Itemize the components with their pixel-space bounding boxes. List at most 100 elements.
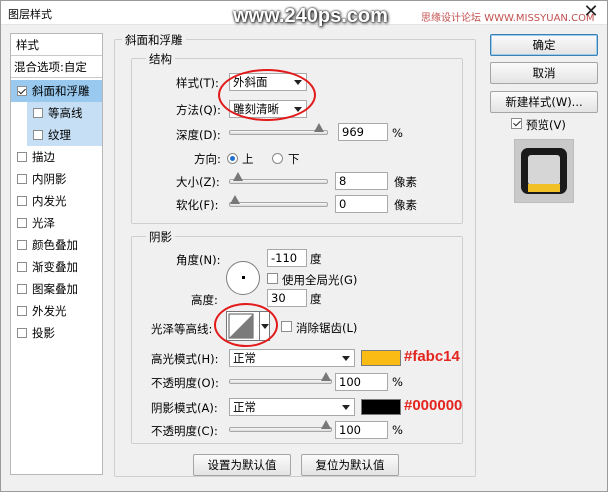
- sidebar-item-label: 颜色叠加: [32, 238, 78, 252]
- checkbox-satin[interactable]: [17, 218, 27, 228]
- sidebar-item-label: 等高线: [48, 106, 83, 120]
- styles-list: 样式 混合选项:自定 斜面和浮雕 等高线 纹理 描边 内阴影 内发光 光泽 颜色…: [10, 33, 103, 475]
- highlight-opacity-field[interactable]: 100: [335, 373, 388, 391]
- size-unit: 像素: [394, 175, 417, 189]
- direction-label: 方向:: [194, 152, 221, 166]
- sidebar-item-drop-shadow[interactable]: 投影: [11, 322, 102, 344]
- angle-field[interactable]: -110: [267, 249, 307, 267]
- highlight-mode-label: 高光模式(H):: [151, 352, 219, 366]
- sidebar-item-inner-glow[interactable]: 内发光: [11, 190, 102, 212]
- highlight-color-swatch[interactable]: [361, 350, 401, 366]
- global-light-checkbox[interactable]: [267, 273, 278, 284]
- sidebar-item-pattern-overlay[interactable]: 图案叠加: [11, 278, 102, 300]
- anti-alias-checkbox[interactable]: [281, 321, 292, 332]
- make-default-button[interactable]: 设置为默认值: [193, 454, 291, 476]
- sidebar-item-label: 描边: [32, 150, 55, 164]
- shading-title: 阴影: [146, 229, 175, 245]
- ok-button[interactable]: 确定: [490, 34, 598, 56]
- altitude-value: 30: [271, 291, 286, 305]
- altitude-unit: 度: [310, 292, 322, 306]
- new-style-button[interactable]: 新建样式(W)...: [490, 91, 598, 113]
- shadow-color-swatch[interactable]: [361, 399, 401, 415]
- sidebar-item-contour[interactable]: 等高线: [27, 102, 102, 124]
- angle-value: -110: [271, 251, 298, 265]
- sidebar-item-bevel-emboss[interactable]: 斜面和浮雕: [11, 80, 102, 102]
- checkbox-contour[interactable]: [33, 108, 43, 118]
- size-slider[interactable]: [229, 172, 328, 184]
- shadow-opacity-thumb[interactable]: [321, 420, 331, 429]
- sidebar-item-stroke[interactable]: 描边: [11, 146, 102, 168]
- sidebar-item-inner-shadow[interactable]: 内阴影: [11, 168, 102, 190]
- sidebar-item-outer-glow[interactable]: 外发光: [11, 300, 102, 322]
- structure-title: 结构: [146, 51, 175, 67]
- style-preview-thumbnail: [515, 140, 573, 202]
- soften-field[interactable]: 0: [335, 195, 388, 213]
- title-bar: 图层样式 www.240ps.com 思缘设计论坛 WWW.MISSYUAN.C…: [1, 1, 607, 27]
- shadow-opacity-slider[interactable]: [229, 420, 332, 432]
- checkbox-inner-shadow[interactable]: [17, 174, 27, 184]
- angle-dial-center: [242, 276, 245, 279]
- checkbox-bevel-emboss[interactable]: [17, 86, 27, 96]
- sidebar-item-label: 投影: [32, 326, 55, 340]
- highlight-opacity-slider[interactable]: [229, 372, 332, 384]
- checkbox-color-overlay[interactable]: [17, 240, 27, 250]
- checkbox-inner-glow[interactable]: [17, 196, 27, 206]
- sidebar-item-label: 内发光: [32, 194, 67, 208]
- gloss-contour-label: 光泽等高线:: [151, 322, 213, 336]
- highlight-mode-select[interactable]: 正常: [229, 349, 355, 367]
- sidebar-item-texture[interactable]: 纹理: [27, 124, 102, 146]
- technique-label: 方法(Q):: [176, 103, 221, 117]
- angle-label: 角度(N):: [176, 253, 221, 267]
- chevron-down-icon: [342, 405, 350, 410]
- highlight-opacity-unit: %: [392, 375, 403, 389]
- angle-unit: 度: [310, 252, 322, 266]
- depth-value: 969: [342, 125, 364, 139]
- styles-header-label: 样式: [16, 38, 39, 52]
- depth-label: 深度(D):: [176, 128, 221, 142]
- sidebar-item-label: 内阴影: [32, 172, 67, 186]
- sidebar-item-color-overlay[interactable]: 颜色叠加: [11, 234, 102, 256]
- checkbox-texture[interactable]: [33, 130, 43, 140]
- highlight-opacity-value: 100: [339, 375, 361, 389]
- anti-alias-label: 消除锯齿(L): [296, 321, 358, 335]
- shadow-opacity-field[interactable]: 100: [335, 421, 388, 439]
- shadow-mode-select[interactable]: 正常: [229, 398, 355, 416]
- cancel-button[interactable]: 取消: [490, 62, 598, 84]
- sidebar-item-gradient-overlay[interactable]: 渐变叠加: [11, 256, 102, 278]
- blend-options-item[interactable]: 混合选项:自定: [11, 56, 102, 78]
- sidebar-item-satin[interactable]: 光泽: [11, 212, 102, 234]
- direction-down-radio[interactable]: [272, 153, 283, 164]
- close-icon[interactable]: ✕: [579, 2, 603, 22]
- soften-slider[interactable]: [229, 195, 328, 207]
- direction-up-label: 上: [242, 152, 254, 166]
- checkbox-pattern-overlay[interactable]: [17, 284, 27, 294]
- altitude-field[interactable]: 30: [267, 289, 307, 307]
- angle-dial[interactable]: [226, 261, 260, 295]
- size-field[interactable]: 8: [335, 172, 388, 190]
- highlight-opacity-thumb[interactable]: [321, 372, 331, 381]
- checkbox-drop-shadow[interactable]: [17, 328, 27, 338]
- styles-header[interactable]: 样式: [11, 34, 102, 56]
- depth-slider-thumb[interactable]: [314, 123, 325, 132]
- size-slider-thumb[interactable]: [232, 172, 243, 181]
- highlight-opacity-label: 不透明度(O):: [151, 376, 219, 390]
- checkbox-outer-glow[interactable]: [17, 306, 27, 316]
- soften-slider-thumb[interactable]: [230, 195, 240, 204]
- altitude-label: 高度:: [191, 293, 218, 307]
- reset-default-button[interactable]: 复位为默认值: [301, 454, 399, 476]
- checkbox-stroke[interactable]: [17, 152, 27, 162]
- shadow-opacity-value: 100: [339, 423, 361, 437]
- depth-slider[interactable]: [229, 123, 328, 135]
- depth-field[interactable]: 969: [338, 123, 388, 141]
- size-value: 8: [339, 174, 347, 188]
- checkbox-gradient-overlay[interactable]: [17, 262, 27, 272]
- soften-label: 软化(F):: [176, 198, 219, 212]
- annotation-circle-contour: [214, 303, 278, 347]
- preview-label: 预览(V): [526, 118, 566, 132]
- direction-up-radio[interactable]: [227, 153, 238, 164]
- chevron-down-icon: [342, 356, 350, 361]
- blend-options-label: 混合选项:自定: [14, 60, 87, 74]
- highlight-hex-annotation: #fabc14: [404, 348, 460, 365]
- highlight-mode-value: 正常: [233, 351, 256, 365]
- preview-checkbox[interactable]: [511, 118, 522, 129]
